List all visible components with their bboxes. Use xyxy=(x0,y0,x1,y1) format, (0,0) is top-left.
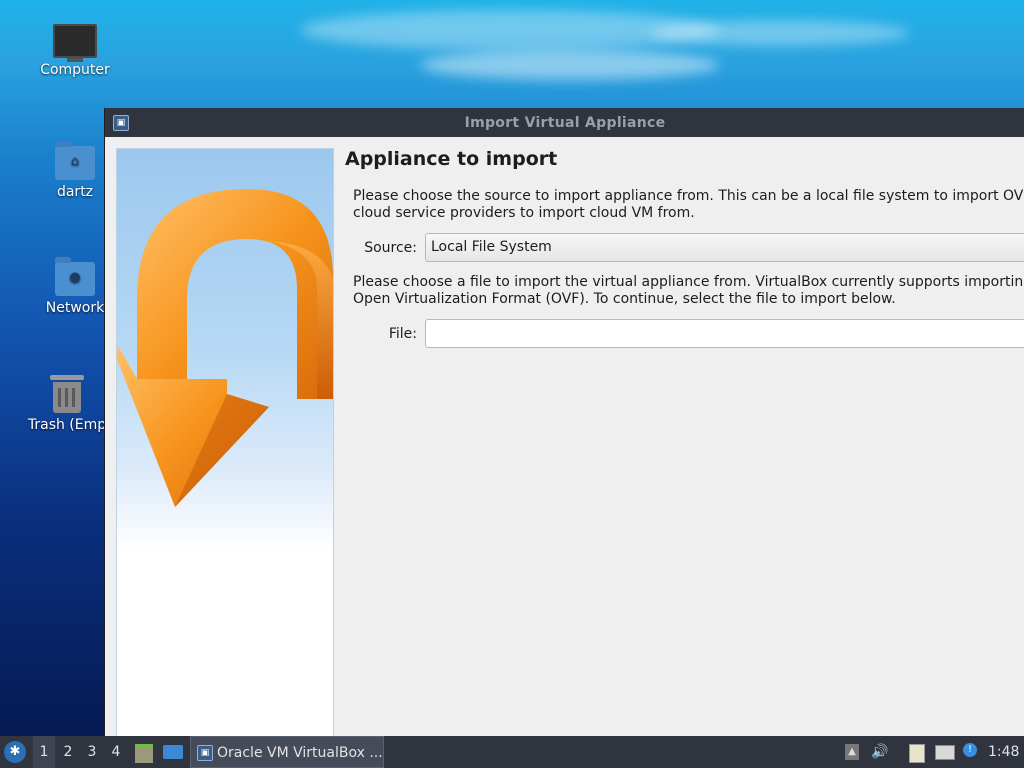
file-path-input[interactable] xyxy=(425,319,1024,348)
page-title: Appliance to import xyxy=(345,148,558,170)
workspace-3-button[interactable]: 3 xyxy=(81,736,103,768)
import-arrow-icon xyxy=(117,189,333,507)
source-description-line1: Please choose the source to import appli… xyxy=(353,188,1024,204)
start-menu-button[interactable]: ✱ xyxy=(4,741,26,763)
file-description-line1: Please choose a file to import the virtu… xyxy=(353,274,1024,290)
volume-icon[interactable]: 🔊 xyxy=(870,736,890,768)
workspace-1-button[interactable]: 1 xyxy=(33,736,55,768)
file-label: File: xyxy=(388,325,417,342)
notification-icon[interactable]: ! xyxy=(961,736,981,768)
source-description-line2: cloud service providers to import cloud … xyxy=(353,205,695,221)
source-combobox[interactable]: Local File System xyxy=(425,233,1024,262)
source-label: Source: xyxy=(364,239,417,256)
desktop-icon-label: Computer xyxy=(40,62,110,78)
home-folder-icon: ⌂ xyxy=(55,141,95,180)
show-desktop-button[interactable] xyxy=(162,736,184,768)
file-manager-launcher[interactable] xyxy=(134,736,154,768)
taskbar: ✱ 1 2 3 4 ▣ Oracle VM VirtualBox ... ▲ 🔊… xyxy=(0,736,1024,768)
workspace-2-button[interactable]: 2 xyxy=(57,736,79,768)
window-title: Import Virtual Appliance xyxy=(464,115,666,131)
task-label: Oracle VM VirtualBox ... xyxy=(217,745,383,761)
virtualbox-app-icon: ▣ xyxy=(197,745,213,761)
import-wizard-banner xyxy=(116,148,334,740)
import-appliance-dialog: ▣ Import Virtual Appliance Appliance to … xyxy=(104,108,1024,740)
network-folder-icon: ● xyxy=(55,257,95,296)
desktop-icon-label: Trash (Emp xyxy=(27,417,107,433)
computer-icon xyxy=(53,24,97,62)
network-status-icon[interactable] xyxy=(934,736,955,768)
window-titlebar[interactable]: ▣ Import Virtual Appliance xyxy=(105,108,1024,137)
desktop-icon xyxy=(163,745,183,759)
trash-icon xyxy=(50,375,84,413)
file-manager-icon xyxy=(135,744,153,763)
dialog-content: Appliance to import Please choose the so… xyxy=(345,148,1024,348)
taskbar-task-virtualbox[interactable]: ▣ Oracle VM VirtualBox ... xyxy=(190,736,384,768)
file-description-line2: Open Virtualization Format (OVF). To con… xyxy=(353,291,896,307)
updates-tray-icon[interactable]: ▲ xyxy=(842,736,862,768)
workspace-4-button[interactable]: 4 xyxy=(105,736,127,768)
file-row: File: xyxy=(345,319,1024,348)
clipboard-icon[interactable] xyxy=(906,736,926,768)
desktop-icon-computer[interactable]: Computer xyxy=(27,24,123,78)
clock[interactable]: 1:48 xyxy=(988,736,1022,768)
source-row: Source: Local File System xyxy=(345,233,1024,262)
desktop-icon-trash[interactable]: Trash (Emp xyxy=(19,375,115,433)
